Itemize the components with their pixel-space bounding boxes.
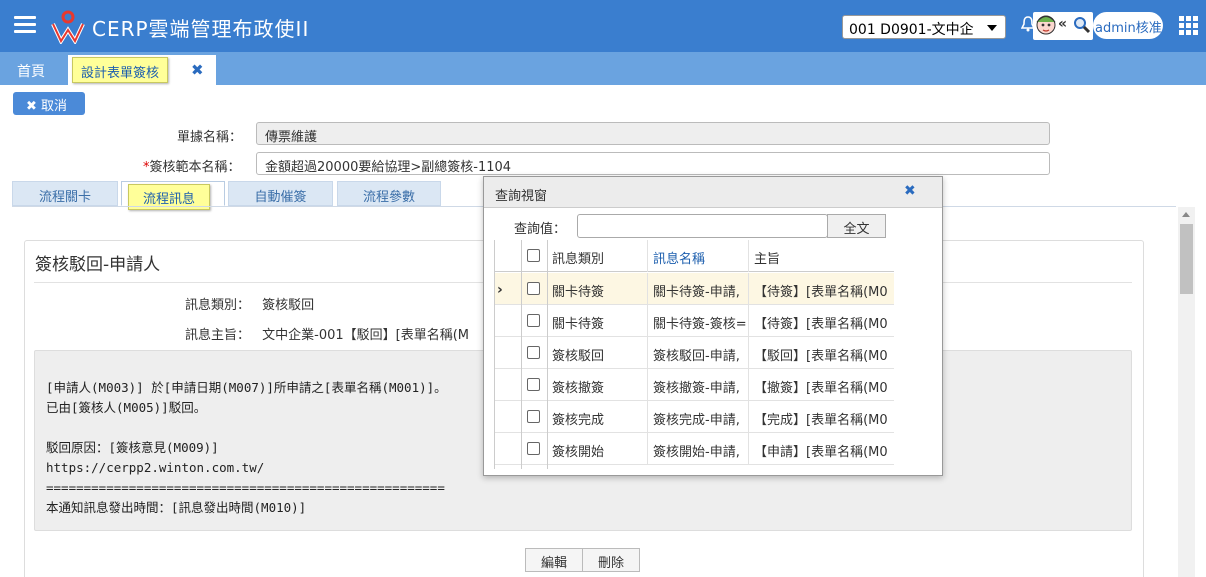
message-type-row: 訊息類別： 簽核駁回 bbox=[185, 294, 314, 313]
query-dialog: 查詢視窗 ✖ 查詢值： 全文 訊息類別 訊息名稱 主旨 › 關卡待簽 關卡待簽-… bbox=[483, 176, 943, 476]
delete-button[interactable]: 刪除 bbox=[582, 548, 640, 572]
cell-type: 關卡待簽 bbox=[547, 273, 648, 305]
message-subject-label: 訊息主旨： bbox=[185, 328, 251, 343]
top-bar: CERP雲端管理布政使II 001 D0901-文中企 « admin核准 bbox=[0, 0, 1206, 52]
row-checkbox[interactable] bbox=[527, 410, 540, 423]
cell-name: 簽核駁回-申請, bbox=[648, 337, 749, 369]
query-label: 查詢值： bbox=[514, 222, 567, 237]
chevron-right-icon: › bbox=[497, 282, 503, 298]
close-icon[interactable]: ✖ bbox=[191, 61, 204, 79]
template-name-label: *簽核範本名稱： bbox=[143, 156, 241, 175]
cancel-button[interactable]: ✖ 取消 bbox=[13, 92, 85, 115]
cell-subject: 【申請】[表單名稱(M0 bbox=[754, 445, 888, 460]
company-select-value: 001 D0901-文中企 bbox=[849, 22, 974, 38]
cell-subject: 【待簽】[表單名稱(M0 bbox=[754, 317, 888, 332]
full-text-button[interactable]: 全文 bbox=[827, 214, 886, 238]
table-row[interactable]: › 關卡待簽 關卡待簽-申請, 【待簽】[表單名稱(M0 bbox=[494, 273, 894, 305]
table-row[interactable]: 簽核完成 簽核完成-申請, 【完成】[表單名稱(M0 bbox=[494, 401, 894, 433]
cell-name: 簽核開始-申請, bbox=[648, 433, 749, 465]
message-type-value: 簽核駁回 bbox=[262, 298, 315, 313]
row-checkbox[interactable] bbox=[527, 378, 540, 391]
cell-type: 關卡待簽 bbox=[547, 305, 648, 337]
select-all-checkbox[interactable] bbox=[527, 249, 540, 262]
query-input[interactable] bbox=[577, 214, 828, 238]
grid-divider bbox=[547, 240, 548, 469]
table-row[interactable]: 簽核駁回 簽核駁回-申請, 【駁回】[表單名稱(M0 bbox=[494, 337, 894, 369]
grid-header-row: 訊息類別 訊息名稱 主旨 bbox=[494, 240, 894, 272]
close-icon[interactable]: ✖ bbox=[904, 183, 916, 199]
template-name-label-text: 簽核範本名稱： bbox=[149, 160, 241, 175]
vertical-scrollbar[interactable] bbox=[1178, 207, 1195, 577]
cell-name: 簽核撤簽-申請, bbox=[648, 369, 749, 401]
cell-type: 簽核開始 bbox=[547, 433, 648, 465]
message-subject-row: 訊息主旨： 文中企業-001【駁回】[表單名稱(M bbox=[185, 324, 469, 343]
avatar-face-icon bbox=[1036, 15, 1056, 35]
tab-auto-remind[interactable]: 自動催簽 bbox=[228, 181, 333, 206]
table-row[interactable]: 關卡待簽 關卡待簽-簽核= 【待簽】[表單名稱(M0 bbox=[494, 305, 894, 337]
row-checkbox[interactable] bbox=[527, 314, 540, 327]
dialog-header[interactable]: 查詢視窗 ✖ bbox=[484, 177, 942, 208]
app-logo bbox=[51, 10, 85, 44]
grid-border-left bbox=[494, 240, 495, 469]
doc-name-field[interactable]: 傳票維護 bbox=[256, 122, 1050, 145]
column-header-subject[interactable]: 主旨 bbox=[749, 240, 894, 272]
cell-subject: 【駁回】[表單名稱(M0 bbox=[754, 349, 888, 364]
tab-flow-nodes[interactable]: 流程關卡 bbox=[12, 181, 118, 206]
cell-name: 關卡待簽-簽核= bbox=[648, 305, 749, 337]
table-row[interactable]: 簽核撤簽 簽核撤簽-申請, 【撤簽】[表單名稱(M0 bbox=[494, 369, 894, 401]
cell-type: 簽核完成 bbox=[547, 401, 648, 433]
tab-home[interactable]: 首頁 bbox=[17, 61, 45, 81]
cell-subject: 【完成】[表單名稱(M0 bbox=[754, 413, 888, 428]
cell-type: 簽核撤簽 bbox=[547, 369, 648, 401]
doc-name-label: 單據名稱： bbox=[177, 130, 243, 145]
cell-subject: 【待簽】[表單名稱(M0 bbox=[754, 285, 888, 300]
cell-type: 簽核駁回 bbox=[547, 337, 648, 369]
panel-title: 簽核駁回-申請人 bbox=[35, 255, 161, 275]
tab-label[interactable]: 設計表單簽核 bbox=[72, 57, 169, 83]
scrollbar-thumb[interactable] bbox=[1180, 224, 1193, 294]
avatar[interactable]: « bbox=[1033, 12, 1093, 40]
scroll-up-icon[interactable] bbox=[1182, 212, 1190, 217]
row-checkbox[interactable] bbox=[527, 282, 540, 295]
cell-subject: 【撤簽】[表單名稱(M0 bbox=[754, 381, 888, 396]
chevron-down-icon bbox=[987, 25, 997, 31]
row-checkbox[interactable] bbox=[527, 346, 540, 359]
edit-button[interactable]: 編輯 bbox=[525, 548, 583, 572]
company-select[interactable]: 001 D0901-文中企 bbox=[842, 15, 1006, 39]
menu-icon[interactable] bbox=[14, 16, 36, 34]
cell-name: 簽核完成-申請, bbox=[648, 401, 749, 433]
grid-divider bbox=[521, 240, 522, 469]
message-type-label: 訊息類別： bbox=[185, 298, 251, 313]
search-icon[interactable] bbox=[1073, 16, 1091, 34]
row-checkbox[interactable] bbox=[527, 442, 540, 455]
collapse-icon[interactable]: « bbox=[1058, 16, 1067, 32]
tab-design-form-approval[interactable]: 設計表單簽核 ✖ bbox=[68, 55, 216, 85]
message-subject-value: 文中企業-001【駁回】[表單名稱(M bbox=[262, 328, 470, 343]
column-header-name[interactable]: 訊息名稱 bbox=[648, 240, 749, 272]
cell-name: 關卡待簽-申請, bbox=[648, 273, 749, 305]
tab-flow-params[interactable]: 流程參數 bbox=[337, 181, 441, 206]
dialog-title: 查詢視窗 bbox=[495, 189, 548, 204]
template-name-field[interactable]: 金額超過20000要給協理>副總簽核-1104 bbox=[256, 152, 1050, 175]
tab-flow-messages[interactable]: 流程訊息 bbox=[121, 181, 225, 210]
apps-grid-icon[interactable] bbox=[1179, 16, 1198, 35]
user-menu[interactable]: admin核准 bbox=[1093, 12, 1163, 39]
table-row[interactable]: 簽核開始 簽核開始-申請, 【申請】[表單名稱(M0 bbox=[494, 433, 894, 465]
app-title: CERP雲端管理布政使II bbox=[92, 17, 310, 41]
column-header-type[interactable]: 訊息類別 bbox=[547, 240, 648, 272]
